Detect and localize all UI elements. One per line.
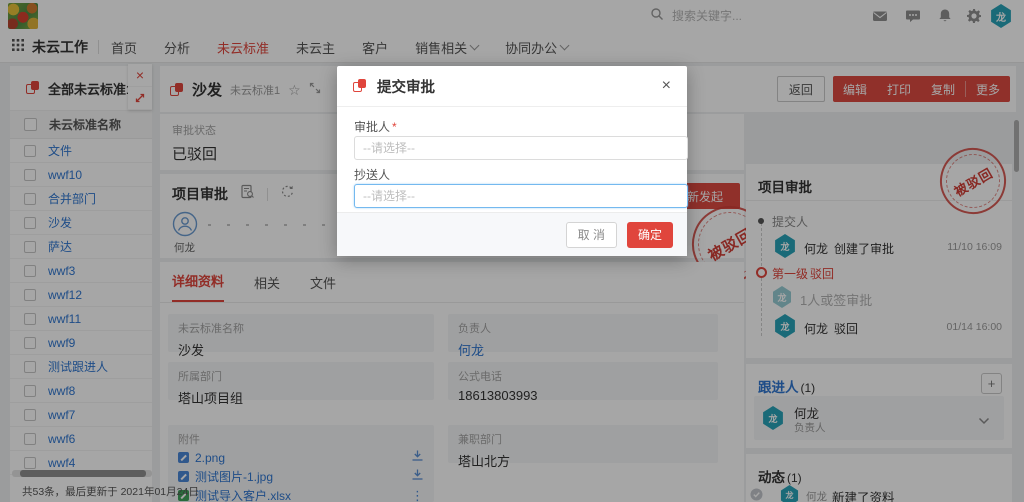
approver-select[interactable] <box>354 136 688 160</box>
submit-approval-modal: 提交审批 × 审批人* 抄送人 取 消 确定 <box>337 66 687 256</box>
approval-icon <box>353 79 367 93</box>
close-icon[interactable]: × <box>662 78 671 94</box>
cc-field-label: 抄送人 <box>354 166 390 183</box>
cc-select[interactable] <box>354 184 688 208</box>
confirm-button[interactable]: 确定 <box>627 222 673 248</box>
app-root: 龙 未云工作 首页 分析 未云标准 未云主 客户 销售相关 协同办公 全部未云标… <box>0 0 1024 502</box>
approver-field-label: 审批人* <box>354 118 397 135</box>
cancel-button[interactable]: 取 消 <box>566 222 617 248</box>
modal-title: 提交审批 <box>377 76 435 97</box>
modal-footer: 取 消 确定 <box>337 212 687 256</box>
required-mark: * <box>392 120 397 134</box>
approver-label-text: 审批人 <box>354 120 390 134</box>
modal-header: 提交审批 × <box>337 66 687 107</box>
